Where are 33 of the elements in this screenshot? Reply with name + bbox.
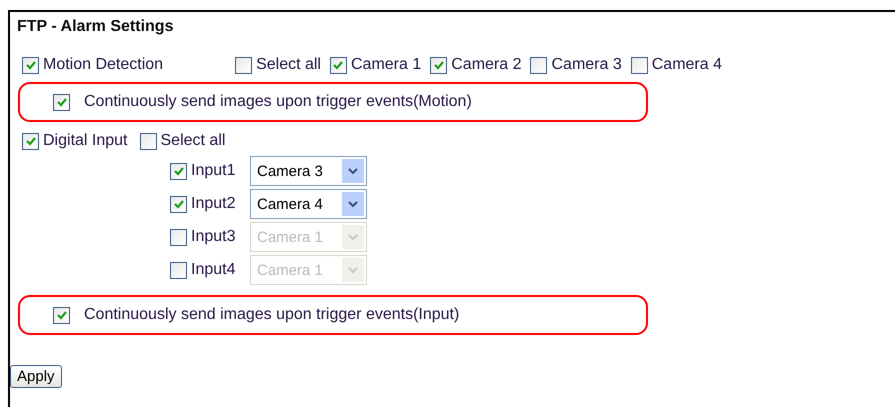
checkbox-label: Camera 3 (551, 56, 622, 74)
chevron-down-icon (342, 159, 364, 183)
camera-dropdown[interactable]: Camera 4 (250, 189, 367, 219)
checkbox-box[interactable] (140, 132, 156, 150)
checkbox-box[interactable] (235, 56, 252, 74)
chevron-down-icon (342, 192, 364, 216)
chevron-down-icon (342, 225, 364, 249)
checkbox-label: Continuously send images upon trigger events(Input) (84, 306, 460, 324)
checkbox-box[interactable] (170, 162, 187, 180)
apply-button[interactable]: Apply (10, 365, 62, 388)
checkbox-box[interactable] (22, 132, 39, 150)
chevron-down-icon (342, 258, 364, 282)
checkbox-label: Input2 (191, 195, 236, 213)
checkbox-label: Digital Input (43, 132, 128, 150)
checkbox-box[interactable] (330, 56, 347, 74)
checkbox-box[interactable] (630, 56, 648, 74)
checkbox-label: Continuously send images upon trigger events(Motion) (84, 93, 472, 111)
checkbox-label: Input1 (191, 162, 236, 180)
checkbox-label: Camera 4 (652, 56, 722, 74)
checkbox-label: Camera 1 (350, 56, 422, 74)
checkbox-box[interactable] (53, 306, 70, 324)
checkbox-box[interactable] (170, 196, 187, 212)
checkbox-box[interactable] (530, 56, 548, 74)
checkbox-box[interactable] (430, 56, 448, 74)
checkbox-label: Select all (160, 132, 226, 150)
section-title: FTP - Alarm Settings (16, 17, 174, 37)
checkbox-box[interactable] (22, 56, 39, 74)
checkbox-box[interactable] (53, 94, 70, 110)
checkbox-label: Input4 (191, 261, 236, 279)
checkbox-label: Camera 2 (451, 56, 522, 74)
checkbox-label: Input3 (191, 228, 236, 246)
camera-dropdown[interactable]: Camera 3 (250, 156, 367, 186)
checkbox-label: Select all (256, 56, 321, 74)
